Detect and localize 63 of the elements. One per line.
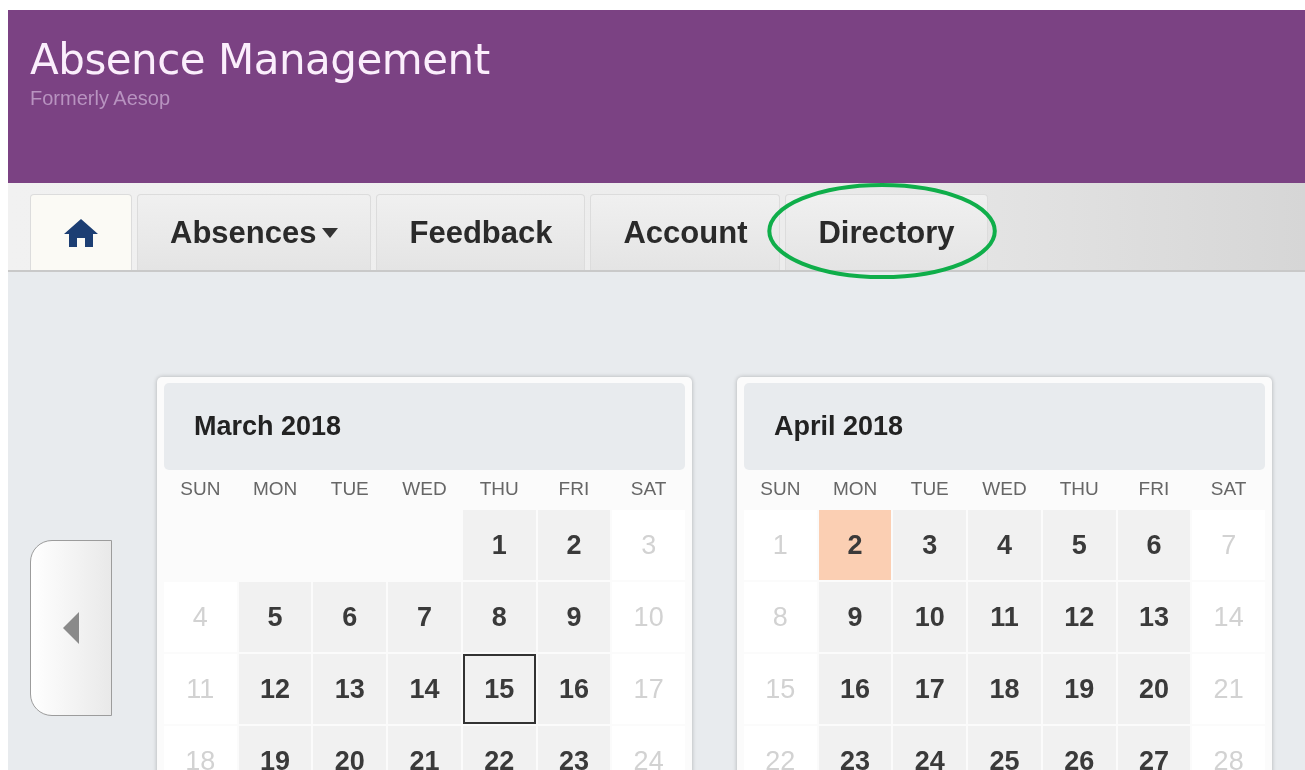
calendar-date[interactable]: 26 bbox=[1042, 726, 1116, 770]
left-arrow-icon bbox=[63, 612, 79, 644]
weekday-label: FRI bbox=[1137, 477, 1171, 501]
calendar-date[interactable]: 10 bbox=[893, 582, 967, 652]
calendar-date[interactable]: 14 bbox=[388, 654, 461, 724]
calendar-date[interactable]: 13 bbox=[313, 654, 387, 724]
calendar-date[interactable]: 8 bbox=[462, 582, 536, 652]
nav-tab[interactable]: Account bbox=[590, 194, 781, 270]
weekday-label: FRI bbox=[557, 477, 591, 501]
calendar-date[interactable]: 1 bbox=[462, 510, 536, 580]
calendar-date[interactable]: 19 bbox=[1042, 654, 1116, 724]
calendar-date[interactable]: 23 bbox=[818, 726, 892, 770]
calendar-date[interactable]: 21 bbox=[388, 726, 461, 770]
calendar-date[interactable]: 19 bbox=[238, 726, 312, 770]
calendar-date[interactable]: 20 bbox=[1117, 654, 1191, 724]
calendar-date[interactable]: 4 bbox=[968, 510, 1041, 580]
weekday-label: THU bbox=[1058, 477, 1100, 501]
weekday-label: SUN bbox=[759, 477, 802, 501]
calendar-date[interactable]: 7 bbox=[388, 582, 461, 652]
calendar-date[interactable]: 3 bbox=[893, 510, 967, 580]
today-date[interactable]: 15 bbox=[462, 654, 536, 724]
weekday-label: TUE bbox=[909, 477, 950, 501]
calendar-date[interactable]: 12 bbox=[1042, 582, 1116, 652]
weekday-label: TUE bbox=[329, 477, 370, 501]
month-title: April 2018 bbox=[774, 411, 904, 442]
previous-month-button[interactable] bbox=[30, 540, 112, 716]
calendar-date[interactable]: 11 bbox=[968, 582, 1041, 652]
nav-tab[interactable]: Feedback bbox=[376, 194, 586, 270]
weekday-label: THU bbox=[478, 477, 520, 501]
weekday-label: MON bbox=[831, 477, 879, 501]
calendar-date[interactable]: 17 bbox=[893, 654, 967, 724]
calendar-date[interactable]: 6 bbox=[1117, 510, 1191, 580]
calendar-date[interactable]: 16 bbox=[818, 654, 892, 724]
nav-tab[interactable]: Directory bbox=[785, 194, 988, 270]
calendar-date[interactable]: 27 bbox=[1117, 726, 1191, 770]
weekday-label: WED bbox=[981, 477, 1028, 501]
calendar-date[interactable]: 9 bbox=[537, 582, 611, 652]
calendar-date[interactable]: 24 bbox=[893, 726, 967, 770]
calendar-date[interactable]: 5 bbox=[1042, 510, 1116, 580]
home-tab[interactable] bbox=[30, 194, 132, 270]
calendar-date[interactable]: 25 bbox=[968, 726, 1041, 770]
home-icon bbox=[63, 217, 99, 248]
calendar-date[interactable]: 9 bbox=[818, 582, 892, 652]
nav-tab[interactable]: Absences bbox=[137, 194, 372, 270]
calendar-date[interactable]: 5 bbox=[238, 582, 312, 652]
app-subtitle: Formerly Aesop bbox=[30, 86, 171, 110]
weekday-label: MON bbox=[251, 477, 299, 501]
weekday-label: WED bbox=[401, 477, 448, 501]
calendar-date[interactable]: 23 bbox=[537, 726, 611, 770]
calendar-date[interactable]: 2 bbox=[537, 510, 611, 580]
calendar-date[interactable]: 18 bbox=[968, 654, 1041, 724]
calendar-date[interactable]: 13 bbox=[1117, 582, 1191, 652]
month-title: March 2018 bbox=[194, 411, 342, 442]
weekday-label: SAT bbox=[629, 477, 668, 501]
absence-date[interactable]: 2 bbox=[818, 510, 892, 580]
calendar-date[interactable]: 12 bbox=[238, 654, 312, 724]
weekday-label: SAT bbox=[1209, 477, 1248, 501]
calendar-date[interactable]: 6 bbox=[313, 582, 387, 652]
calendar-date[interactable]: 20 bbox=[313, 726, 387, 770]
calendar-date[interactable]: 22 bbox=[462, 726, 536, 770]
app-title: Absence Management bbox=[30, 36, 490, 84]
calendar-date[interactable]: 16 bbox=[537, 654, 611, 724]
weekday-label: SUN bbox=[179, 477, 222, 501]
